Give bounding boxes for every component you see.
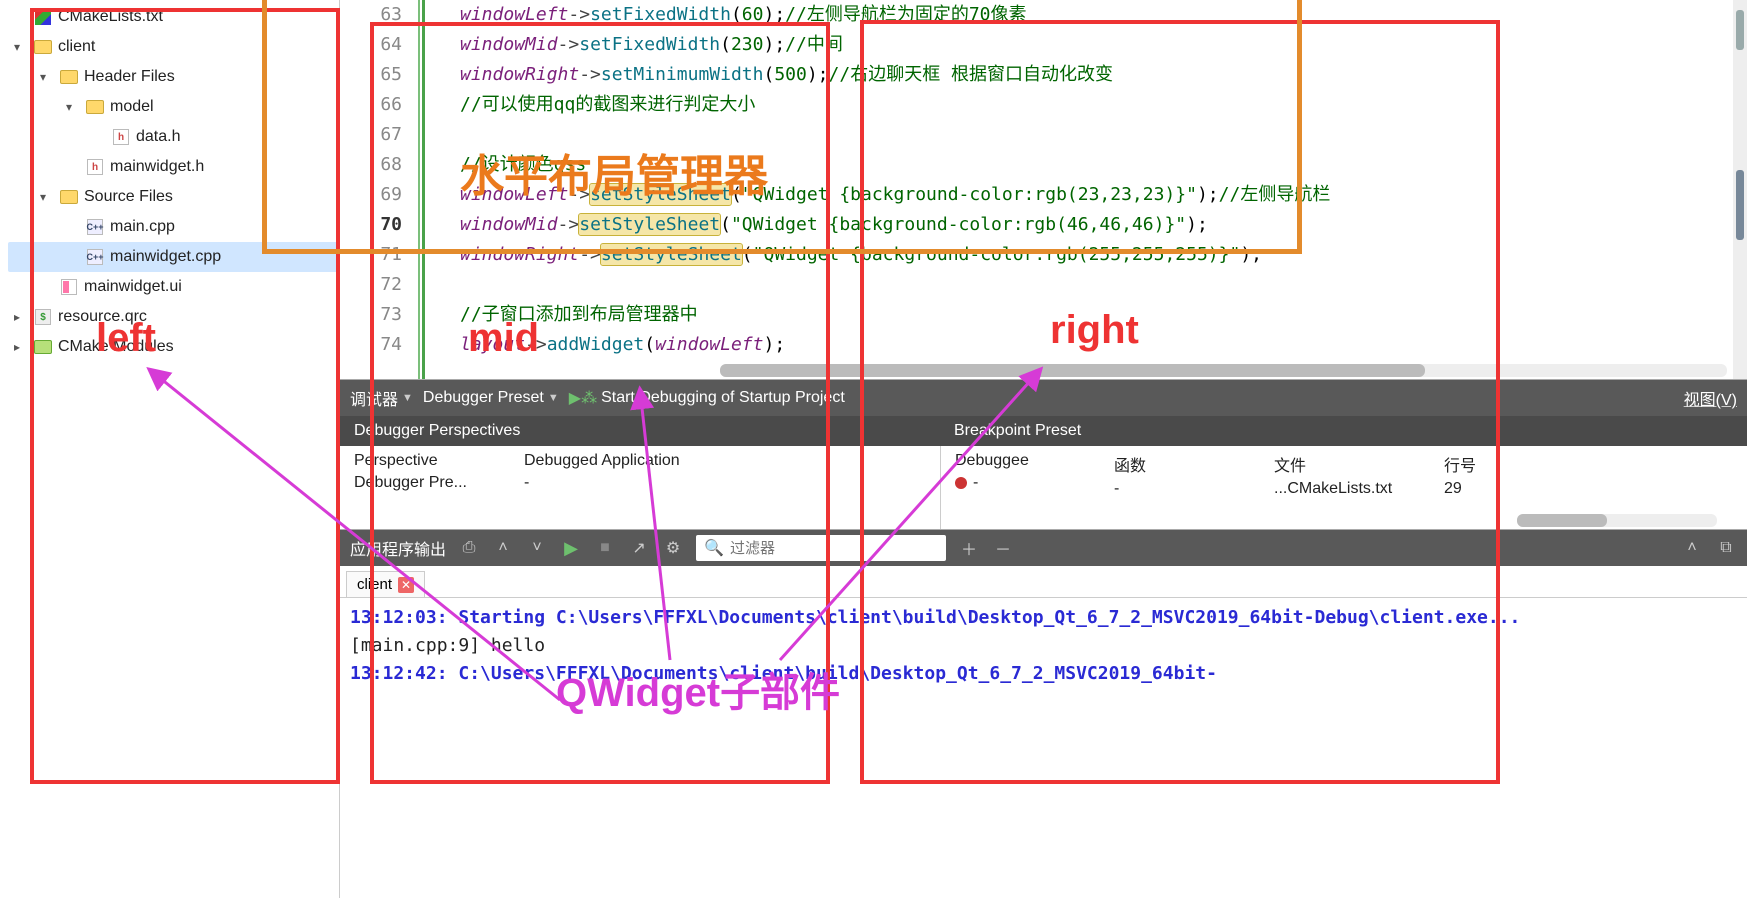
breakpoint-hscroll[interactable]	[1517, 514, 1717, 527]
tree-item[interactable]: CMakeLists.txt	[8, 2, 339, 32]
collapse-up-icon[interactable]: ˄	[1681, 539, 1703, 557]
tree-label: CMakeLists.txt	[58, 8, 163, 26]
run-icon[interactable]: ▶	[560, 538, 582, 559]
output-toolbar: 应用程序输出 ⎙ ˄ ˅ ▶ ■ ↗ ⚙ 🔍 ＋ － ˄ ⧉	[340, 530, 1747, 566]
chevron-icon[interactable]: ▾	[14, 40, 28, 54]
play-bug-icon: ▶⁂	[569, 388, 597, 408]
chevron-down-icon: ▼	[548, 392, 559, 404]
col-file: 文件	[1274, 452, 1416, 476]
stop-icon[interactable]: ■	[594, 539, 616, 557]
chevron-icon[interactable]: ▸	[14, 310, 28, 324]
val-file[interactable]: ...CMakeLists.txt	[1274, 480, 1416, 498]
cmake-icon	[34, 8, 52, 26]
folder-icon	[60, 188, 78, 206]
debugger-toolbar: 调试器▼ Debugger Preset▼ ▶⁂ Start Debugging…	[340, 380, 1747, 416]
col-func: 函数	[1114, 452, 1246, 476]
val-perspective[interactable]: Debugger Pre...	[354, 474, 496, 492]
tree-label: client	[58, 38, 95, 56]
code-editor[interactable]: 636465666768697071727374 windowLeft->set…	[340, 0, 1747, 380]
cm-icon	[34, 338, 52, 356]
tree-item[interactable]: ▾ model	[8, 92, 339, 122]
col-perspective: Perspective	[354, 452, 496, 470]
down-icon[interactable]: ˅	[526, 539, 548, 557]
chevron-icon[interactable]: ▾	[66, 100, 80, 114]
line-gutter: 636465666768697071727374	[340, 0, 420, 379]
tree-label: mainwidget.h	[110, 158, 204, 176]
val-line: 29	[1444, 480, 1496, 498]
folder-icon	[34, 38, 52, 56]
tree-label: data.h	[136, 128, 180, 146]
tree-item[interactable]: C++ mainwidget.cpp	[8, 242, 339, 272]
qrc-icon: $	[34, 308, 52, 326]
debugger-body: Perspective Debugger Pre... Debugged App…	[340, 446, 1747, 530]
start-debugging-button[interactable]: ▶⁂ Start Debugging of Startup Project	[569, 388, 845, 408]
editor-hscroll[interactable]	[720, 364, 1727, 377]
chevron-icon[interactable]: ▾	[40, 190, 54, 204]
cpp-icon: C++	[86, 218, 104, 236]
h-icon: h	[86, 158, 104, 176]
popout-icon[interactable]: ⧉	[1715, 539, 1737, 557]
val-func: -	[1114, 480, 1246, 498]
project-tree[interactable]: CMakeLists.txt ▾ client ▾ Header Files ▾ model…	[0, 0, 340, 898]
debugger-panel-headers: Debugger Perspectives Breakpoint Preset	[340, 416, 1747, 446]
breakpoint-preset-header: Breakpoint Preset	[940, 422, 1747, 440]
col-line: 行号	[1444, 452, 1496, 476]
output-title: 应用程序输出	[350, 536, 446, 560]
tree-label: main.cpp	[110, 218, 175, 236]
tree-item[interactable]: ▾ Source Files	[8, 182, 339, 212]
folder-icon	[60, 68, 78, 86]
tree-item[interactable]: ▾ client	[8, 32, 339, 62]
tree-item[interactable]: h data.h	[8, 122, 339, 152]
tree-label: mainwidget.ui	[84, 278, 182, 296]
breakpoint-icon	[955, 477, 967, 489]
output-filter[interactable]: 🔍	[696, 535, 946, 561]
output-tabs: client ✕	[340, 566, 1747, 598]
chevron-icon[interactable]: ▾	[40, 70, 54, 84]
output-content[interactable]: 13:12:03: Starting C:\Users\FFFXL\Docume…	[340, 598, 1747, 898]
gear-icon[interactable]: ⚙	[662, 538, 684, 558]
output-tab-client[interactable]: client ✕	[346, 571, 425, 597]
chevron-down-icon: ▼	[402, 392, 413, 404]
plus-icon[interactable]: ＋	[958, 536, 980, 560]
debugger-perspectives-header: Debugger Perspectives	[340, 422, 940, 440]
close-icon[interactable]: ✕	[398, 577, 414, 593]
tree-label: model	[110, 98, 154, 116]
val-debuggee: -	[955, 474, 1086, 492]
clear-icon[interactable]: ⎙	[458, 539, 480, 557]
tree-label: Header Files	[84, 68, 175, 86]
tree-item[interactable]: mainwidget.ui	[8, 272, 339, 302]
attach-icon[interactable]: ↗	[628, 538, 650, 558]
editor-vscroll[interactable]	[1733, 0, 1747, 379]
folder-icon	[86, 98, 104, 116]
tree-item[interactable]: ▸ CMake Modules	[8, 332, 339, 362]
code-area[interactable]: windowLeft->setFixedWidth(60);//左侧导航栏为固定…	[420, 0, 1330, 379]
val-debugged-app: -	[524, 474, 926, 492]
col-debugged-app: Debugged Application	[524, 452, 926, 470]
tree-item[interactable]: ▾ Header Files	[8, 62, 339, 92]
ui-icon	[60, 278, 78, 296]
tree-item[interactable]: h mainwidget.h	[8, 152, 339, 182]
search-icon: 🔍	[704, 538, 724, 558]
cpp-icon: C++	[86, 248, 104, 266]
tree-label: CMake Modules	[58, 338, 174, 356]
tree-label: mainwidget.cpp	[110, 248, 221, 266]
h-icon: h	[112, 128, 130, 146]
tree-item[interactable]: ▸ $ resource.qrc	[8, 302, 339, 332]
tree-item[interactable]: C++ main.cpp	[8, 212, 339, 242]
up-icon[interactable]: ˄	[492, 539, 514, 557]
chevron-icon[interactable]: ▸	[14, 340, 28, 354]
minus-icon[interactable]: －	[992, 536, 1014, 560]
tree-label: resource.qrc	[58, 308, 147, 326]
col-debuggee: Debuggee	[955, 452, 1086, 470]
filter-input[interactable]	[730, 540, 938, 557]
view-menu[interactable]: 视图(V)	[1684, 386, 1737, 410]
debugger-preset-menu[interactable]: Debugger Preset▼	[423, 389, 559, 407]
tree-label: Source Files	[84, 188, 173, 206]
debugger-menu[interactable]: 调试器▼	[350, 386, 413, 410]
